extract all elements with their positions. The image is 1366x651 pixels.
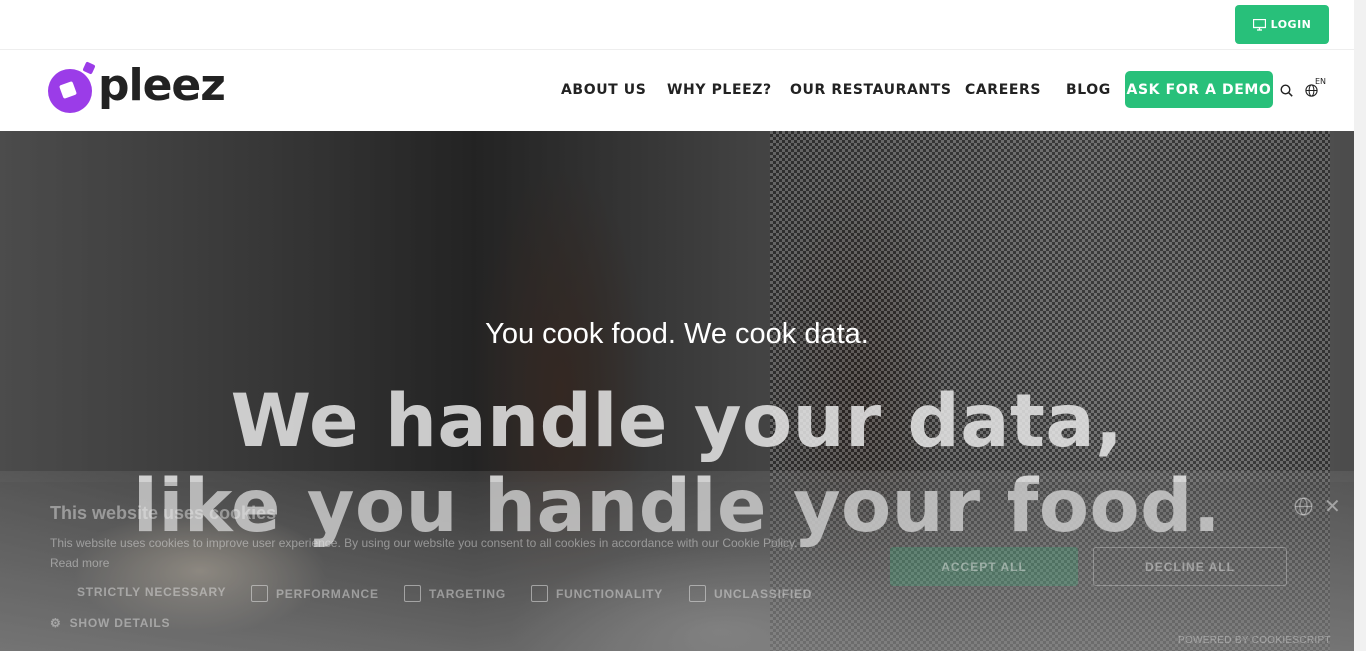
cookie-banner: This website uses cookies This website u… [0, 482, 1354, 651]
cookie-accept-all-button[interactable]: ACCEPT ALL [890, 547, 1078, 586]
checkbox-icon[interactable] [404, 585, 421, 602]
top-bar: LOGIN [0, 0, 1366, 50]
main-navbar: pleez ABOUT US WHY PLEEZ? OUR RESTAURANT… [0, 51, 1366, 131]
logo-wordmark: pleez [98, 59, 226, 111]
nav-our-restaurants[interactable]: OUR RESTAURANTS [790, 82, 952, 98]
cookie-show-details[interactable]: ⚙ SHOW DETAILS [50, 616, 170, 630]
cookie-category-label: TARGETING [429, 586, 506, 601]
cookie-category-label: FUNCTIONALITY [556, 586, 664, 601]
nav-why-pleez[interactable]: WHY PLEEZ? [667, 82, 772, 98]
checkbox-icon[interactable] [251, 585, 268, 602]
nav-about-us[interactable]: ABOUT US [561, 82, 646, 98]
cookie-language-globe-icon[interactable] [1294, 497, 1313, 516]
cookie-decline-all-button[interactable]: DECLINE ALL [1093, 547, 1287, 586]
show-details-label: SHOW DETAILS [69, 616, 171, 630]
checkbox-icon[interactable] [531, 585, 548, 602]
ask-for-demo-button[interactable]: ASK FOR A DEMO [1125, 71, 1273, 108]
nav-blog[interactable]: BLOG [1066, 82, 1111, 98]
cookie-title: This website uses cookies [50, 503, 277, 523]
cookie-text: This website uses cookies to improve use… [50, 536, 798, 550]
cookie-category-strictly-necessary[interactable]: STRICTLY NECESSARY [77, 585, 226, 599]
nav-careers[interactable]: CAREERS [965, 82, 1041, 98]
cookie-category-label: UNCLASSIFIED [714, 586, 813, 601]
cookie-category-targeting[interactable]: TARGETING [404, 585, 506, 602]
cookie-category-label: PERFORMANCE [276, 586, 379, 601]
cookie-category-label: STRICTLY NECESSARY [77, 585, 227, 599]
language-label[interactable]: EN [1315, 77, 1326, 86]
cookie-read-more-link[interactable]: Read more [50, 556, 109, 570]
cookie-category-performance[interactable]: PERFORMANCE [251, 585, 379, 602]
monitor-icon [1252, 18, 1266, 31]
cookie-category-unclassified[interactable]: UNCLASSIFIED [689, 585, 812, 602]
login-button[interactable]: LOGIN [1235, 5, 1329, 44]
hero-title-line-1: We handle your data, [230, 379, 1124, 464]
cookie-close-icon[interactable]: ✕ [1324, 494, 1341, 518]
checkbox-icon[interactable] [689, 585, 706, 602]
gear-icon: ⚙ [50, 616, 62, 630]
search-icon[interactable] [1280, 84, 1293, 97]
page-scrollbar[interactable] [1354, 0, 1366, 651]
cookie-powered-by[interactable]: POWERED BY COOKIESCRIPT [1178, 635, 1331, 646]
login-label: LOGIN [1270, 18, 1312, 31]
logo-mark-icon [48, 62, 95, 113]
cookie-category-functionality[interactable]: FUNCTIONALITY [531, 585, 663, 602]
hero-subtitle: You cook food. We cook data. [485, 318, 869, 350]
pleez-logo[interactable]: pleez [46, 59, 226, 117]
